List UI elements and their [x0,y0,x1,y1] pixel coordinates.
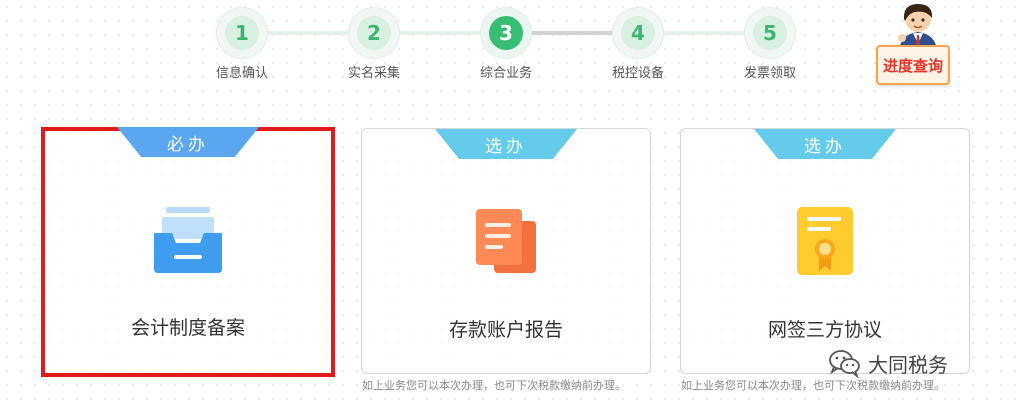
card-tripartite-agreement[interactable]: 选办 网签三方协议 [680,128,970,374]
card-title: 会计制度备案 [130,317,245,339]
step-number: 2 [357,16,391,50]
step-number: 1 [225,16,259,50]
certificate-icon [797,207,853,275]
step-number: 3 [489,16,523,50]
card-title: 存款账户报告 [448,319,563,341]
step-label-1: 信息确认 [215,66,268,81]
documents-icon [476,209,536,273]
optional-tag: 选办 [754,129,896,159]
step-number: 5 [753,16,787,50]
progress-query-button[interactable]: 进度查询 [876,45,950,85]
card-accounting-system-filing[interactable]: 必办 会计制度备案 [41,127,335,377]
required-tag: 必办 [117,127,259,157]
step-number: 4 [621,16,655,50]
card-note: 如上业务您可以本次办理，也可下次税款缴纳前办理。 [681,379,945,392]
wechat-icon [829,350,860,378]
step-3[interactable]: 3 [480,7,532,59]
step-label-3: 综合业务 [479,66,532,81]
watermark: 大同税务 [828,348,948,378]
step-4[interactable]: 4 [612,7,664,59]
inbox-tray-icon [154,207,222,273]
step-label-5: 发票领取 [743,66,796,81]
watermark-text: 大同税务 [868,352,948,377]
card-note: 如上业务您可以本次办理，也可下次税款缴纳前办理。 [362,379,626,392]
avatar-icon [898,4,937,50]
step-label-2: 实名采集 [347,66,400,81]
step-2[interactable]: 2 [348,7,400,59]
card-title: 网签三方协议 [767,319,882,341]
step-1[interactable]: 1 [216,7,268,59]
step-5[interactable]: 5 [744,7,796,59]
card-deposit-account-report[interactable]: 选办 存款账户报告 [361,128,651,374]
step-label-4: 税控设备 [611,66,664,81]
optional-tag: 选办 [435,129,577,159]
